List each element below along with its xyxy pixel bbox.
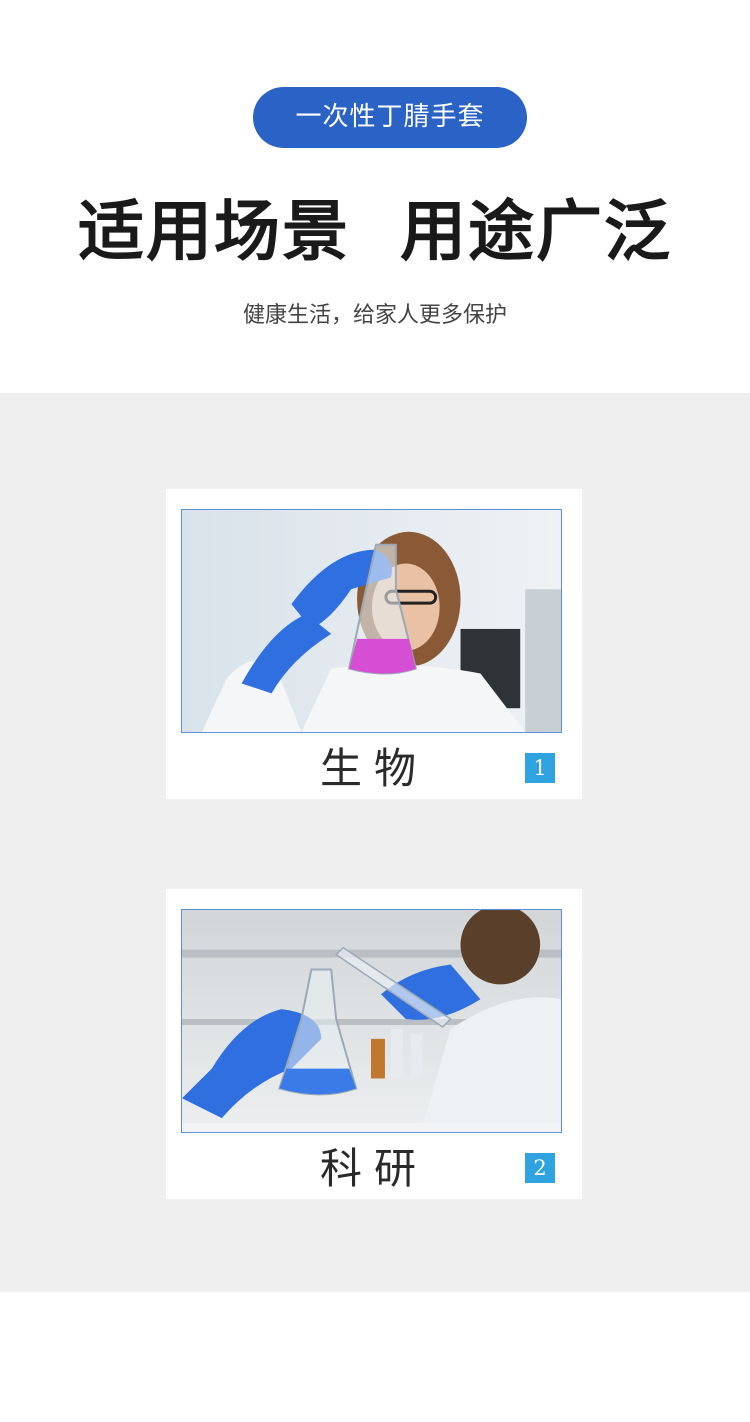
card-caption: 科研 bbox=[319, 1144, 428, 1193]
scientist-pink-flask-image bbox=[181, 509, 562, 733]
lab-blue-flask-image bbox=[181, 909, 562, 1133]
card-number-badge: 1 bbox=[525, 753, 555, 783]
page-title: 适用场景 用途广泛 bbox=[78, 193, 672, 270]
scenario-card-research: 科研 2 bbox=[166, 889, 582, 1199]
card-caption: 生物 bbox=[319, 744, 428, 793]
scenario-card-biology: 生物 1 bbox=[166, 489, 582, 799]
card-number-badge: 2 bbox=[525, 1153, 555, 1183]
page-subtitle: 健康生活，给家人更多保护 bbox=[242, 303, 507, 328]
product-tag-pill: 一次性丁腈手套 bbox=[253, 87, 527, 148]
